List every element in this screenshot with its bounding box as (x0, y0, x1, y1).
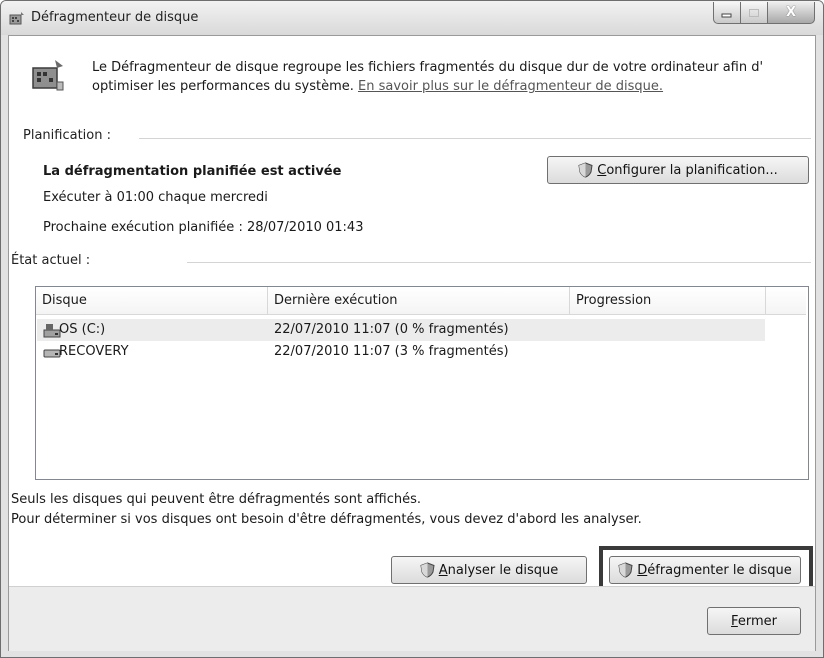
schedule-section-label: Planification : (23, 128, 111, 143)
schedule-status: La défragmentation planifiée est activée (43, 164, 342, 179)
defragment-disk-button[interactable]: Défragmenter le disque (609, 556, 801, 584)
schedule-next-run: Prochaine exécution planifiée : 28/07/20… (43, 220, 364, 235)
schedule-run-at: Exécuter à 01:00 chaque mercredi (43, 190, 268, 205)
schedule-divider (139, 138, 811, 139)
table-row[interactable]: OS (C:) 22/07/2010 11:07 (0 % fragmentés… (37, 319, 765, 341)
disk-name: OS (C:) (59, 322, 106, 337)
defrag-window: Défragmenteur de disque X Le Défragmente… (0, 0, 824, 658)
dialog-client-area: Le Défragmenteur de disque regroupe les … (8, 35, 816, 651)
title-bar[interactable]: Défragmenteur de disque X (1, 1, 823, 35)
close-window-button[interactable]: X (768, 2, 815, 24)
note-defragmentable-only: Seuls les disques qui peuvent être défra… (11, 492, 422, 507)
maximize-button[interactable] (741, 2, 768, 24)
window-title: Défragmenteur de disque (31, 10, 199, 25)
close-button-label: Fermer (731, 613, 777, 629)
defrag-icon (32, 60, 64, 91)
minimize-button[interactable] (713, 2, 741, 24)
uac-shield-icon (420, 562, 435, 578)
analyze-disk-label: Analyser le disque (438, 562, 559, 578)
window-controls: X (713, 2, 815, 24)
configure-schedule-button[interactable]: Configurer la planification... (547, 156, 809, 184)
disk-name: RECOVERY (59, 344, 129, 359)
learn-more-link[interactable]: En savoir plus sur le défragmenteur de d… (358, 79, 663, 94)
defrag-app-icon (9, 12, 24, 25)
disk-list[interactable]: Disque Dernière exécution Progression OS… (35, 286, 809, 480)
column-header-last-run[interactable]: Dernière exécution (268, 287, 570, 315)
analyze-disk-button[interactable]: Analyser le disque (391, 556, 587, 584)
intro-text: Le Défragmenteur de disque regroupe les … (92, 58, 792, 96)
column-header-filler (766, 287, 806, 315)
note-analyze-first: Pour déterminer si vos disques ont besoi… (11, 512, 642, 527)
dialog-footer: Fermer (9, 586, 815, 651)
current-state-divider (187, 262, 811, 263)
disk-last-run: 22/07/2010 11:07 (0 % fragmentés) (274, 322, 509, 337)
uac-shield-icon (618, 562, 633, 578)
current-state-section-label: État actuel : (11, 253, 91, 268)
table-row[interactable]: RECOVERY 22/07/2010 11:07 (3 % fragmenté… (37, 341, 765, 363)
column-header-progress[interactable]: Progression (570, 287, 766, 315)
configure-schedule-label: Configurer la planification... (597, 162, 778, 178)
minimize-icon (721, 13, 732, 17)
maximize-icon (749, 8, 759, 17)
close-icon: X (785, 5, 797, 20)
column-header-disk[interactable]: Disque (36, 287, 268, 315)
disk-last-run: 22/07/2010 11:07 (3 % fragmentés) (274, 344, 509, 359)
defragment-disk-label: Défragmenter le disque (637, 562, 792, 578)
close-button[interactable]: Fermer (707, 607, 801, 635)
uac-shield-icon (578, 162, 593, 178)
